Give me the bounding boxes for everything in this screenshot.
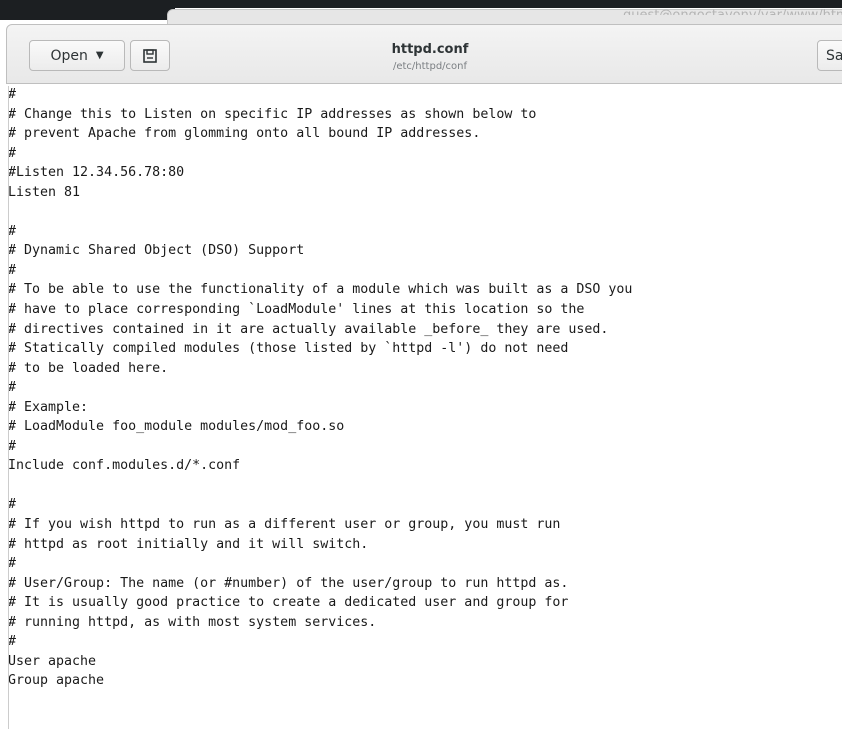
editor-line: # httpd as root initially and it will sw… [8,536,369,552]
save-button[interactable]: Sav [817,40,842,71]
editor-line: # LoadModule foo_module modules/mod_foo.… [8,419,345,435]
editor-line: # to be loaded here. [8,360,169,376]
editor-line: # prevent Apache from glomming onto all … [8,126,481,142]
editor-line: # [8,262,17,278]
chevron-down-icon: ▼ [95,50,104,61]
editor-line: # User/Group: The name (or #number) of t… [8,575,569,591]
editor-line: # [8,497,17,513]
header-bar: Open ▼ httpd.conf /etc/httpd/conf Sav [6,24,842,84]
document-save-icon [143,48,157,63]
editor-line: User apache [8,653,97,669]
editor-line: # running httpd, as with most system ser… [8,614,377,630]
editor-line: # Example: [8,399,89,415]
editor-line: # Change this to Listen on specific IP a… [8,106,537,122]
open-button-label: Open [50,47,88,64]
editor-line: # [8,87,17,102]
editor-line: # [8,438,17,454]
desktop-background-left [0,0,175,20]
editor-line: # [8,223,17,239]
editor-line: # Dynamic Shared Object (DSO) Support [8,243,305,259]
editor-line: # have to place corresponding `LoadModul… [8,302,585,318]
save-button-label: Sav [826,47,842,64]
editor-line: #Listen 12.34.56.78:80 [8,165,185,181]
editor-line: Include conf.modules.d/*.conf [8,458,241,474]
editor-line: # directives contained in it are actuall… [8,321,609,337]
editor-line: # To be able to use the functionality of… [8,282,633,298]
editor-lines: # # Change this to Listen on specific IP … [8,86,633,691]
background-window-title: guest@ongoctayony/var/www/html [623,8,842,23]
editor-line: # [8,380,17,396]
new-document-button[interactable] [130,40,170,71]
editor-line: # Statically compiled modules (those lis… [8,341,569,357]
editor-line: Listen 81 [8,184,81,200]
editor-line: # If you wish httpd to run as a differen… [8,517,561,533]
open-button[interactable]: Open ▼ [29,40,125,71]
editor-line: # [8,145,17,161]
editor-line: Group apache [8,673,105,689]
text-editor[interactable]: # # Change this to Listen on specific IP … [8,86,842,729]
editor-line: # [8,634,17,650]
editor-line: # It is usually good practice to create … [8,595,569,611]
editor-line: # [8,556,17,572]
